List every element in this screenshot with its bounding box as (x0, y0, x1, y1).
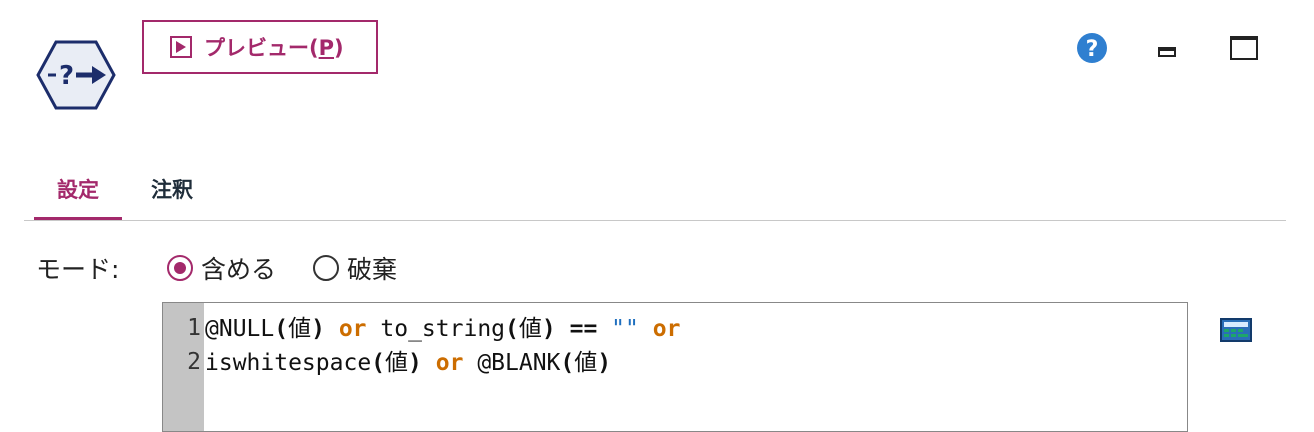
radio-selected-icon (167, 255, 193, 281)
svg-text:?: ? (59, 61, 74, 91)
mode-label: モード: (36, 255, 120, 284)
preview-label: プレビュー(P) (204, 36, 344, 60)
radio-unselected-icon (313, 255, 339, 281)
maximize-icon[interactable] (1230, 36, 1258, 60)
mode-include-label: 含める (201, 255, 277, 284)
line-number-gutter: 1 2 (163, 303, 204, 431)
condition-editor[interactable]: 1 2 @NULL(値) or to_string(値) == "" or is… (162, 302, 1188, 432)
tab-bar: 設定 注釈 (24, 160, 1286, 221)
play-icon (170, 36, 192, 58)
mode-discard-label: 破棄 (347, 255, 398, 284)
tab-settings[interactable]: 設定 (34, 160, 122, 220)
minimize-icon[interactable] (1158, 47, 1176, 57)
expression-builder-icon[interactable] (1220, 318, 1252, 342)
preview-button[interactable]: プレビュー(P) (142, 20, 378, 74)
line-number: 1 (187, 315, 201, 341)
line-number: 2 (187, 349, 201, 375)
svg-text:?: ? (1086, 37, 1099, 62)
select-node-icon: ? (36, 40, 116, 110)
help-icon[interactable]: ? (1076, 32, 1108, 64)
tab-annotations[interactable]: 注釈 (134, 160, 210, 218)
mode-discard-radio[interactable]: 破棄 (313, 250, 397, 286)
mode-include-radio[interactable]: 含める (167, 250, 276, 286)
code-line: iswhitespace(値) or @BLANK(値) (205, 350, 612, 376)
code-line: @NULL(値) or to_string(値) == "" or (205, 316, 681, 342)
